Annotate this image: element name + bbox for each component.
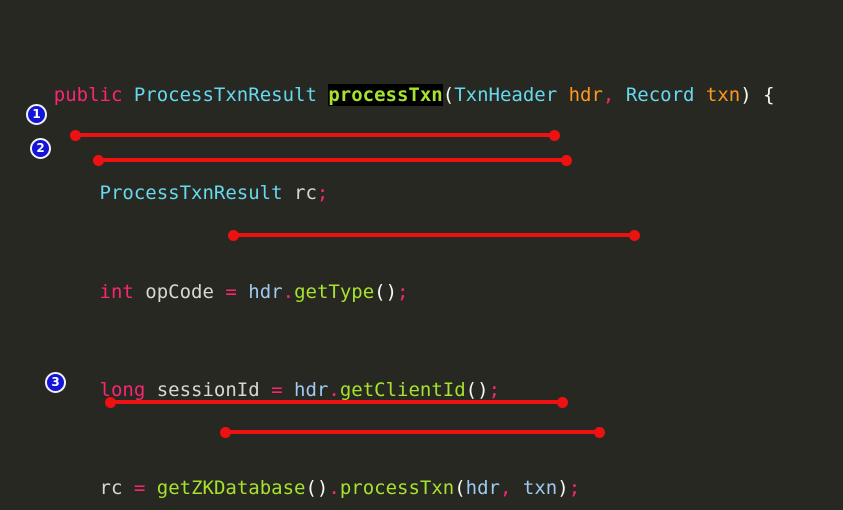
code-line[interactable]: rc = getZKDatabase().processTxn(hdr, txn… xyxy=(0,476,843,501)
type-processtxnresult: ProcessTxnResult xyxy=(99,182,283,205)
type-record: Record xyxy=(625,83,695,106)
code-line[interactable]: long sessionId = hdr.getClientId(); xyxy=(0,378,843,403)
parens: () xyxy=(465,378,489,401)
semicolon: ; xyxy=(568,477,581,500)
semicolon: ; xyxy=(397,280,409,303)
paren: ( xyxy=(442,83,455,106)
var-opcode: opCode xyxy=(145,280,214,303)
arg-txn: txn xyxy=(522,477,558,500)
method-processtxn: processTxn xyxy=(339,477,455,500)
paren: ( xyxy=(454,477,466,500)
comma: , xyxy=(500,477,512,500)
param-hdr: hdr xyxy=(568,83,603,106)
var-hdr: hdr xyxy=(248,280,283,303)
assign-op: = xyxy=(271,378,283,401)
semicolon: ; xyxy=(488,378,501,401)
code-content[interactable]: public ProcessTxnResult processTxn(TxnHe… xyxy=(0,0,843,510)
method-getclientid: getClientId xyxy=(339,378,466,401)
keyword-public: public xyxy=(53,83,123,106)
arg-hdr: hdr xyxy=(465,477,500,500)
keyword-long: long xyxy=(99,378,146,401)
dot: . xyxy=(282,280,295,303)
assign-op: = xyxy=(225,280,237,303)
code-line[interactable]: public ProcessTxnResult processTxn(TxnHe… xyxy=(0,83,843,108)
code-editor-screenshot: public ProcessTxnResult processTxn(TxnHe… xyxy=(0,0,843,510)
code-line[interactable]: ProcessTxnResult rc; xyxy=(0,181,843,206)
dot: . xyxy=(328,378,340,401)
param-txn: txn xyxy=(705,83,741,106)
var-rc: rc xyxy=(294,182,317,205)
var-rc: rc xyxy=(99,477,123,500)
method-getzkdatabase: getZKDatabase xyxy=(156,477,306,500)
semicolon: ; xyxy=(316,182,329,205)
var-sessionid: sessionId xyxy=(156,378,260,401)
assign-op: = xyxy=(133,477,146,500)
parens: () xyxy=(305,477,329,500)
var-hdr: hdr xyxy=(294,378,329,401)
keyword-int: int xyxy=(99,280,134,303)
type-processtxnresult: ProcessTxnResult xyxy=(133,83,317,106)
type-txnheader: TxnHeader xyxy=(454,83,558,106)
comma: , xyxy=(602,83,615,106)
method-gettype: getType xyxy=(294,280,375,303)
paren: ) xyxy=(740,83,752,106)
code-line[interactable]: int opCode = hdr.getType(); xyxy=(0,280,843,305)
brace: { xyxy=(763,83,775,106)
paren: ) xyxy=(557,477,569,500)
dot: . xyxy=(328,477,340,500)
highlighted-method-name[interactable]: processTxn xyxy=(328,83,443,106)
parens: () xyxy=(374,280,398,303)
